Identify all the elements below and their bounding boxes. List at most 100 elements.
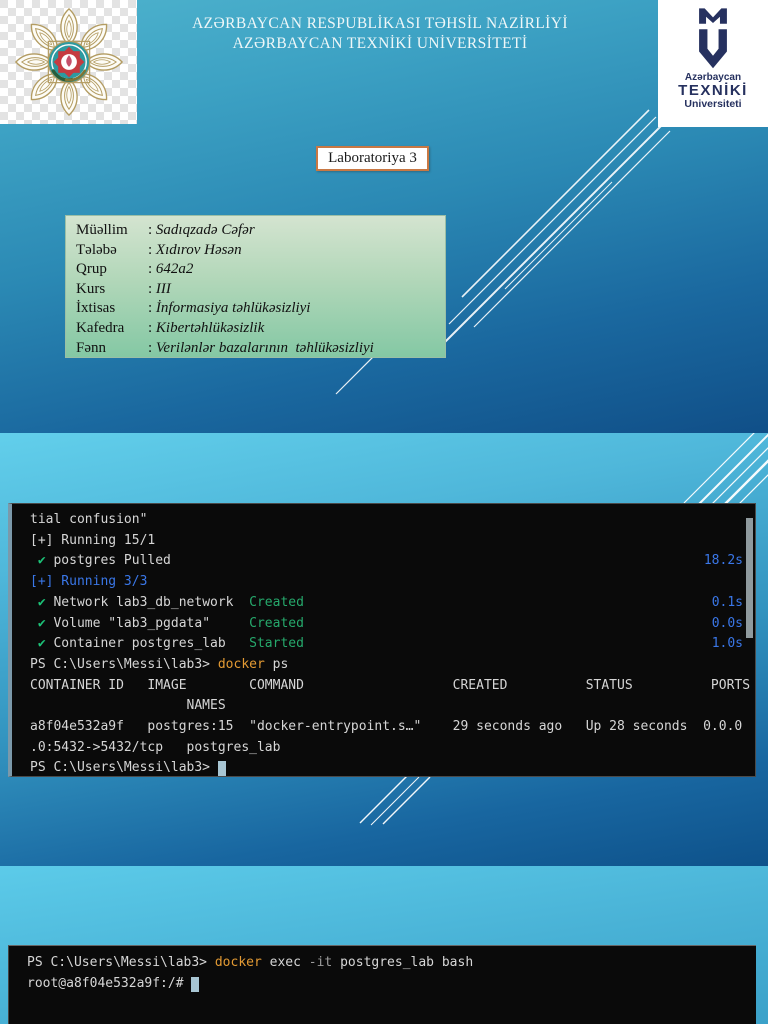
slide-3-terminal: PS C:\Users\Messi\lab3> docker exec -it … xyxy=(0,866,768,1024)
info-value: Sadıqzadə Cəfər xyxy=(155,222,255,238)
terminal-line: ✔ Container postgres_lab Started 1.0s xyxy=(30,634,743,655)
info-value: Xıdırov Həsən xyxy=(155,241,242,258)
terminal-text-segment: tial confusion" xyxy=(30,512,148,527)
terminal-text-segment: .0:5432->5432/tcp postgres_lab xyxy=(30,739,281,755)
info-value: III xyxy=(155,280,171,297)
terminal-text-segment: Started xyxy=(249,636,304,652)
terminal-text-segment: Container postgres_lab xyxy=(45,636,250,652)
terminal-line: a8f04e532a9f postgres:15 "docker-entrypo… xyxy=(30,717,743,738)
terminal-line: [+] Running 3/3 xyxy=(30,572,743,593)
student-info-box: Müəllim: Sadıqzadə Cəfər Tələbə: Xıdırov … xyxy=(65,215,446,358)
terminal-text-segment: PS C:\Users\Messi\lab3> xyxy=(30,760,218,776)
info-colon: : xyxy=(148,339,156,356)
terminal-line: ✔ Volume "lab3_pgdata" Created 0.0s xyxy=(30,614,743,635)
terminal-line: PS C:\Users\Messi\lab3> docker exec -it … xyxy=(27,953,744,974)
info-value: Kibertəhlükəsizlik xyxy=(155,319,265,336)
terminal-text-segment: PS C:\Users\Messi\lab3> xyxy=(30,656,218,672)
info-colon: : xyxy=(148,280,156,297)
info-value: İnformasiya təhlükəsizliyi xyxy=(155,300,311,317)
info-row: Kafedra: Kibertəhlükəsizlik xyxy=(76,319,437,339)
terminal-text-segment: ps xyxy=(264,656,289,672)
terminal-text-segment: ✔ xyxy=(37,636,46,652)
slide-2-terminal: tial confusion" [+] Running 15/1 ✔ postgr… xyxy=(0,433,768,866)
info-row: Kurs: III xyxy=(76,280,437,300)
terminal-cursor xyxy=(191,976,200,992)
terminal-line: NAMES xyxy=(30,696,743,717)
presentation-page: AZƏRBAYCAN RESPUBLİKASI TƏHSİL NAZİRLİYİ… xyxy=(0,0,768,1024)
terminal-text-segment: a8f04e532a9f postgres:15 "docker-entrypo… xyxy=(30,719,743,735)
info-colon: : xyxy=(148,241,156,258)
terminal-line: ✔ postgres Pulled 18.2s xyxy=(30,551,743,572)
terminal-line: .0:5432->5432/tcp postgres_lab xyxy=(30,738,743,759)
info-row: Müəllim: Sadıqzadə Cəfər xyxy=(76,221,437,241)
terminal-line: ✔ Network lab3_db_network Created 0.1s xyxy=(30,593,743,614)
info-row: Tələbə: Xıdırov Həsən xyxy=(76,241,437,261)
terminal-line: PS C:\Users\Messi\lab3> xyxy=(30,758,743,776)
terminal-text-segment: postgres_lab bash xyxy=(332,955,474,970)
terminal-text-segment: PS C:\Users\Messi\lab3> xyxy=(27,955,215,970)
info-label: Kafedra xyxy=(76,319,125,336)
terminal-text-segment: ✔ xyxy=(37,615,46,631)
terminal-text-segment: exec xyxy=(261,955,309,970)
ministry-emblem-icon xyxy=(14,8,123,116)
aztu-logo-text-suffix: Universiteti xyxy=(684,98,742,110)
terminal-text-segment: Network lab3_db_network xyxy=(45,594,250,610)
terminal-text-segment: Created xyxy=(249,594,304,610)
info-value: Verilənlər bazalarının təhlükəsizliyi xyxy=(155,339,374,356)
terminal-text-segment: [+] Running 15/1 xyxy=(30,532,156,548)
terminal-text-segment: docker xyxy=(214,955,262,970)
terminal-text-segment: 18.2s xyxy=(703,553,743,569)
terminal-line: tial confusion" xyxy=(30,510,743,531)
info-label: Qrup xyxy=(76,261,107,278)
terminal-docker-exec: PS C:\Users\Messi\lab3> docker exec -it … xyxy=(8,945,756,1024)
info-row: İxtisas: İnformasiya təhlükəsizliyi xyxy=(76,299,437,319)
info-row: Qrup: 642a2 xyxy=(76,260,437,280)
aztu-logo-box: Azərbaycan TEXNİKİ Universiteti xyxy=(658,0,768,127)
terminal-text-segment: 0.1s xyxy=(711,594,743,610)
terminal-text-segment: root@a8f04e532a9f:/# xyxy=(27,975,192,991)
terminal-text-segment: ✔ xyxy=(37,553,46,569)
info-colon: : xyxy=(148,319,156,336)
info-label: Kurs xyxy=(76,280,106,297)
info-colon: : xyxy=(148,300,156,317)
terminal-text-segment: [+] Running 3/3 xyxy=(30,574,148,590)
terminal-text-segment: 0.0s xyxy=(711,615,743,631)
slide-1-title: AZƏRBAYCAN RESPUBLİKASI TƏHSİL NAZİRLİYİ… xyxy=(0,0,768,433)
terminal-line: PS C:\Users\Messi\lab3> docker ps xyxy=(30,655,743,676)
terminal-text-segment: NAMES xyxy=(30,698,226,714)
terminal-line: [+] Running 15/1 xyxy=(30,531,743,552)
info-row: Fənn: Verilənlər bazalarının təhlükəsizl… xyxy=(76,339,437,359)
info-colon: : xyxy=(148,222,156,238)
terminal-line: CONTAINER ID IMAGE COMMAND CREATED STATU… xyxy=(30,676,750,697)
info-label: Müəllim xyxy=(76,222,128,238)
lab-title-box: Laboratoriya 3 xyxy=(316,146,429,171)
header-line-1: AZƏRBAYCAN RESPUBLİKASI TƏHSİL NAZİRLİYİ xyxy=(192,15,568,32)
info-label: İxtisas xyxy=(76,300,116,317)
aztu-logo-mark-icon xyxy=(699,8,727,69)
terminal-scrollbar-thumb xyxy=(746,518,753,638)
terminal-docker-ps: tial confusion" [+] Running 15/1 ✔ postgr… xyxy=(8,503,756,777)
lab-title: Laboratoriya 3 xyxy=(328,150,417,166)
terminal-text-segment: Created xyxy=(249,615,304,631)
terminal-text-segment: docker xyxy=(217,656,265,672)
ministry-emblem-logo xyxy=(0,0,137,124)
terminal-cursor xyxy=(217,761,226,776)
terminal-text-segment: Volume "lab3_pgdata" xyxy=(45,615,250,631)
info-label: Fənn xyxy=(76,339,106,356)
header-line-2: AZƏRBAYCAN TEXNİKİ UNİVERSİTETİ xyxy=(232,35,528,52)
terminal-text-segment: -it xyxy=(308,955,333,970)
aztu-logo-text-name: TEXNİKİ xyxy=(678,82,748,99)
info-label: Tələbə xyxy=(76,241,117,258)
terminal-text-segment: ✔ xyxy=(37,594,46,610)
terminal-text-segment: 1.0s xyxy=(711,636,743,652)
terminal-text-segment: CONTAINER ID IMAGE COMMAND CREATED STATU… xyxy=(30,677,751,693)
info-colon: : xyxy=(148,261,156,278)
info-value: 642a2 xyxy=(155,261,194,278)
terminal-line: root@a8f04e532a9f:/# xyxy=(27,974,744,995)
terminal-text-segment: postgres Pulled xyxy=(45,553,171,569)
slide-header: AZƏRBAYCAN RESPUBLİKASI TƏHSİL NAZİRLİYİ… xyxy=(140,14,620,54)
